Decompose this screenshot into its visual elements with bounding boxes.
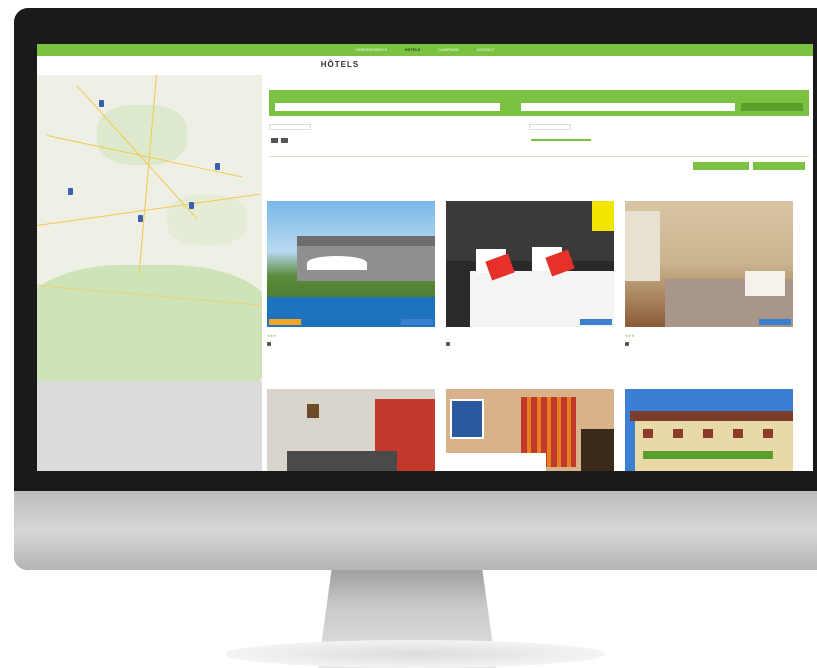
parking-icon — [446, 342, 450, 346]
main-content: HÔTELS ★★★ ★★★ — [265, 44, 813, 471]
search-button[interactable] — [753, 162, 805, 170]
window — [625, 211, 660, 281]
map-marker-icon[interactable] — [189, 202, 194, 209]
roof — [630, 411, 793, 421]
hotel-photo[interactable] — [267, 201, 435, 327]
hotel-card[interactable] — [446, 389, 614, 471]
hotel-photo[interactable] — [625, 389, 793, 471]
window — [673, 429, 683, 438]
hotel-label-badge — [269, 319, 301, 325]
hotel-building — [635, 419, 793, 471]
hotel-logo — [592, 201, 614, 231]
services-range-slider[interactable] — [531, 139, 591, 142]
parking-icon — [267, 342, 271, 346]
page-title: HÔTELS — [320, 60, 360, 69]
search-panel — [269, 90, 809, 116]
bed — [446, 453, 546, 471]
price-filter-input[interactable] — [269, 124, 311, 130]
location-select[interactable] — [521, 103, 735, 111]
hotel-card[interactable] — [625, 389, 793, 471]
parking-icon — [625, 342, 629, 346]
pillow-white — [745, 271, 785, 296]
desk — [581, 429, 614, 471]
map-region-green — [167, 195, 247, 245]
map-marker-icon[interactable] — [99, 100, 104, 107]
monitor-stand-base — [225, 640, 605, 668]
hotel-photo[interactable] — [267, 389, 435, 471]
hotel-price-badge[interactable] — [580, 319, 612, 325]
hotel-photo[interactable] — [625, 201, 793, 327]
destination-input[interactable] — [275, 103, 500, 111]
map-region-green — [37, 265, 262, 381]
hotel-price-badge[interactable] — [759, 319, 791, 325]
map-marker-icon[interactable] — [138, 215, 143, 222]
hotel-stars: ★★★ — [267, 334, 277, 338]
picture-frame — [450, 399, 484, 439]
hotel-card[interactable]: ★★★ — [267, 201, 435, 391]
bed — [287, 451, 397, 471]
window — [733, 429, 743, 438]
hotel-photo[interactable] — [446, 201, 614, 327]
window — [703, 429, 713, 438]
hotel-sign — [643, 451, 773, 459]
monitor-frame: HÉBERGEMENTS HÔTELS CAMPINGS CONTACT HÔT… — [14, 8, 817, 570]
hotel-card[interactable]: ★★★ — [625, 201, 793, 391]
hotel-stars: ★★★ — [625, 334, 635, 338]
window — [763, 429, 773, 438]
accommodation-toggle[interactable] — [280, 138, 288, 143]
hotel-card[interactable] — [446, 201, 614, 391]
window — [643, 429, 653, 438]
filters-panel — [269, 124, 809, 156]
monitor-chin — [14, 491, 817, 570]
hotel-card[interactable] — [267, 389, 435, 471]
parasol — [307, 256, 367, 270]
website-screen: HÉBERGEMENTS HÔTELS CAMPINGS CONTACT HÔT… — [37, 44, 813, 471]
filters-divider — [269, 156, 809, 157]
hotel-price-badge[interactable] — [401, 319, 433, 325]
hotel-photo[interactable] — [446, 389, 614, 471]
reset-filters-button[interactable] — [693, 162, 749, 170]
map-marker-icon[interactable] — [215, 163, 220, 170]
accommodation-toggle[interactable] — [271, 138, 278, 143]
hotel-map[interactable] — [37, 75, 262, 381]
picture-frame — [307, 404, 319, 418]
map-footer-panel — [37, 381, 262, 471]
map-marker-icon[interactable] — [68, 188, 73, 195]
category-filter-input[interactable] — [529, 124, 571, 130]
search-submit-button[interactable] — [741, 103, 803, 111]
